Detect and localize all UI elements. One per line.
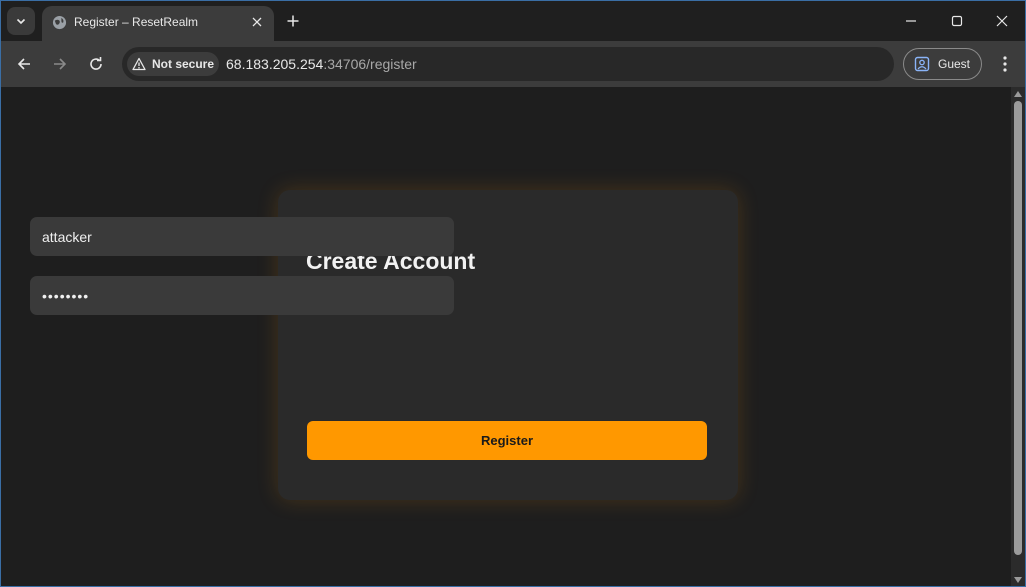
profile-icon xyxy=(914,56,930,72)
security-chip[interactable]: Not secure xyxy=(127,52,219,76)
tab-search-button[interactable] xyxy=(7,7,35,35)
scrollbar-thumb[interactable] xyxy=(1014,101,1022,555)
browser-menu-button[interactable] xyxy=(991,50,1019,78)
tab-title: Register – ResetRealm xyxy=(74,15,199,29)
scroll-up-arrow-icon[interactable] xyxy=(1014,91,1022,97)
url-path: :34706/register xyxy=(323,56,417,72)
security-label: Not secure xyxy=(152,57,215,71)
page-viewport: Create Account xyxy=(1,87,1025,586)
url-host: 68.183.205.254 xyxy=(226,56,324,72)
window-close-button[interactable] xyxy=(979,7,1025,35)
more-vertical-icon xyxy=(1003,56,1007,72)
address-bar[interactable]: Not secure 68.183.205.254:34706/register xyxy=(122,47,894,81)
tab-close-button[interactable] xyxy=(248,13,266,31)
back-button[interactable] xyxy=(10,50,38,78)
warning-icon xyxy=(132,57,146,71)
plus-icon xyxy=(287,15,299,27)
profile-button[interactable]: Guest xyxy=(903,48,982,80)
url-text[interactable]: 68.183.205.254:34706/register xyxy=(226,56,417,72)
maximize-button[interactable] xyxy=(934,7,980,35)
arrow-left-icon xyxy=(17,58,30,70)
tab-register[interactable]: Register – ResetRealm xyxy=(42,6,274,41)
close-icon xyxy=(996,15,1008,27)
vertical-scrollbar[interactable] xyxy=(1011,87,1025,586)
username-field[interactable] xyxy=(30,217,454,256)
browser-toolbar: Not secure 68.183.205.254:34706/register… xyxy=(1,41,1025,87)
new-tab-button[interactable] xyxy=(283,11,303,31)
reload-button[interactable] xyxy=(82,50,110,78)
minimize-button[interactable] xyxy=(888,7,934,35)
maximize-icon xyxy=(951,15,963,27)
globe-icon xyxy=(52,15,67,30)
forward-button[interactable] xyxy=(46,50,74,78)
arrow-right-icon xyxy=(54,58,67,70)
password-field[interactable] xyxy=(30,276,454,315)
close-icon xyxy=(252,17,262,27)
reload-icon xyxy=(90,57,102,70)
scroll-down-arrow-icon[interactable] xyxy=(1014,577,1022,583)
minimize-icon xyxy=(906,20,916,22)
register-button[interactable]: Register xyxy=(307,421,707,460)
browser-window: Register – ResetRealm Not secure 68.183.… xyxy=(0,0,1026,587)
chevron-down-icon xyxy=(16,18,26,25)
profile-label: Guest xyxy=(938,57,971,71)
tab-strip: Register – ResetRealm xyxy=(1,1,1025,41)
